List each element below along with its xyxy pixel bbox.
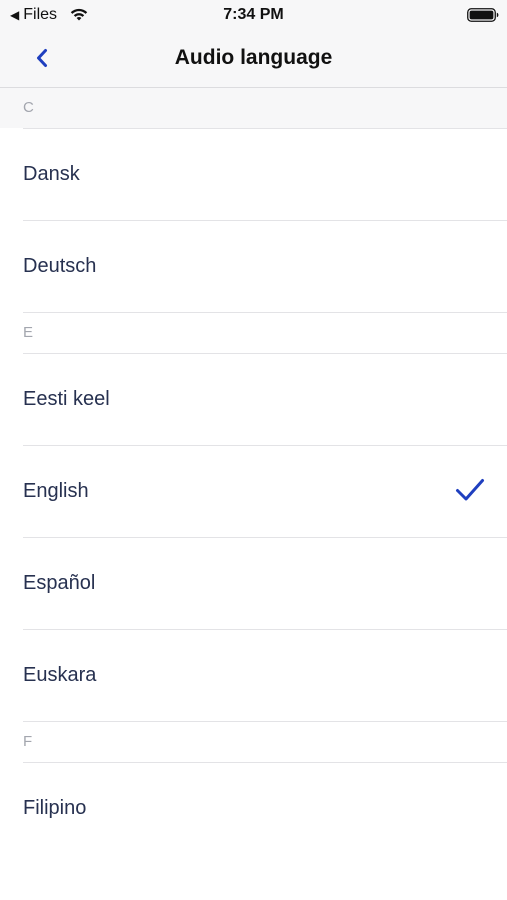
status-bar: ◀ Files 7:34 PM xyxy=(0,0,507,30)
language-label: Deutsch xyxy=(23,255,97,277)
language-item-dansk[interactable]: Dansk xyxy=(0,129,507,220)
section-header-c: C xyxy=(0,88,507,128)
language-item-euskara[interactable]: Euskara xyxy=(0,630,507,721)
language-item-english[interactable]: English xyxy=(0,446,507,537)
checkmark-icon xyxy=(456,479,484,501)
language-item-deutsch[interactable]: Deutsch xyxy=(0,221,507,312)
language-label: Filipino xyxy=(23,797,87,819)
top-bar: ◀ Files 7:34 PM Audio language xyxy=(0,0,507,88)
battery-icon xyxy=(467,8,499,22)
status-time: 7:34 PM xyxy=(223,6,284,23)
language-item-espanol[interactable]: Español xyxy=(0,538,507,629)
language-label: Dansk xyxy=(23,163,80,185)
page-title: Audio language xyxy=(174,46,333,69)
section-header-e: E xyxy=(23,324,34,341)
language-item-eesti-keel[interactable]: Eesti keel xyxy=(0,354,507,445)
language-list: C Dansk Deutsch E Eesti keel English Esp… xyxy=(0,88,507,854)
language-item-filipino[interactable]: Filipino xyxy=(0,763,507,854)
navigation-bar: Audio language xyxy=(0,30,507,88)
language-label: Euskara xyxy=(23,664,97,686)
language-label: English xyxy=(23,480,89,502)
language-label: Español xyxy=(23,572,96,594)
section-header-f: F xyxy=(23,733,33,750)
language-label: Eesti keel xyxy=(23,388,110,410)
